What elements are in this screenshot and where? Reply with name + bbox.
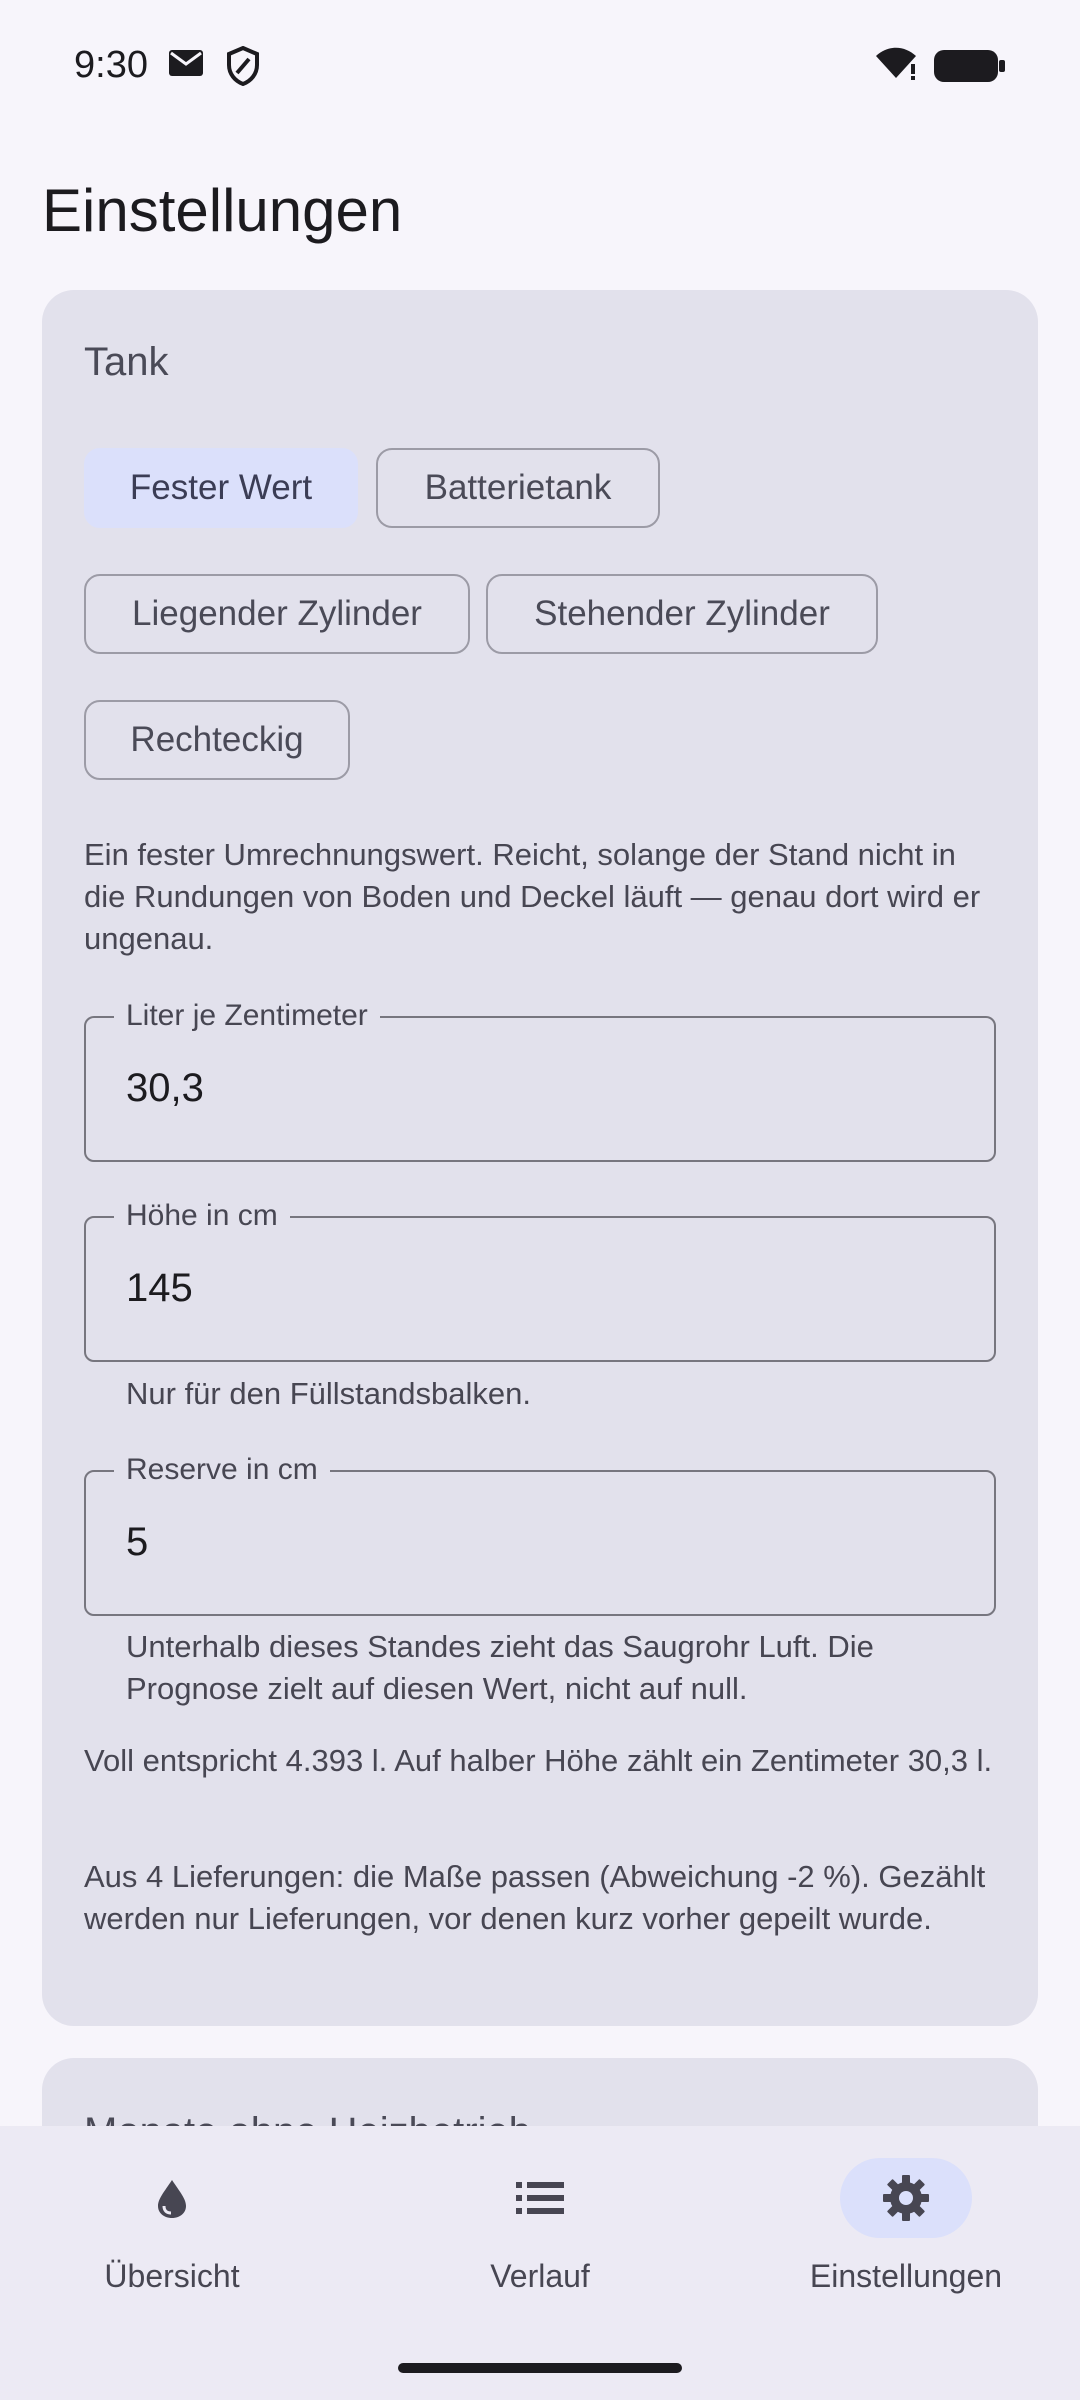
nav-indicator	[840, 2158, 972, 2238]
shield-icon	[226, 45, 260, 91]
chip-label: Liegender Zylinder	[132, 594, 422, 633]
chip-label: Stehender Zylinder	[534, 594, 830, 633]
mail-icon	[168, 48, 204, 83]
nav-item-uebersicht[interactable]: Übersicht	[22, 2158, 322, 2318]
chip-batterietank[interactable]: Batterietank	[376, 448, 660, 528]
reserve-helper-text: Unterhalb dieses Standes zieht das Saugr…	[126, 1629, 874, 1706]
status-bar: 9:30	[0, 0, 1080, 130]
nav-item-einstellungen[interactable]: Einstellungen	[756, 2158, 1056, 2318]
deliveries-info: Aus 4 Lieferungen: die Maße passen (Abwe…	[84, 1859, 986, 1936]
liters-per-cm-field[interactable]: Liter je Zentimeter	[84, 996, 996, 1162]
nav-label: Einstellungen	[809, 2258, 1003, 2294]
tank-type-description: Ein fester Umrechnungswert. Reicht, sola…	[84, 837, 981, 956]
page-title: Einstellungen	[42, 177, 403, 244]
tank-settings-card: Tank Fester Wert Batterietank Liegender …	[42, 290, 1038, 2026]
battery-icon	[934, 50, 1006, 87]
chip-rechteckig[interactable]: Rechteckig	[84, 700, 350, 780]
reserve-field[interactable]: Reserve in cm	[84, 1450, 996, 1616]
chip-stehender-zylinder[interactable]: Stehender Zylinder	[486, 574, 878, 654]
nav-indicator	[474, 2158, 606, 2238]
home-indicator[interactable]	[398, 2363, 682, 2373]
field-label: Höhe in cm	[114, 1196, 290, 1236]
chip-label: Fester Wert	[129, 468, 313, 507]
chip-label: Rechteckig	[130, 720, 304, 759]
field-label: Liter je Zentimeter	[114, 996, 380, 1036]
card-title: Tank	[84, 340, 169, 384]
drop-icon	[158, 2180, 186, 2218]
liters-per-cm-input[interactable]	[126, 1060, 946, 1116]
list-icon	[516, 2182, 564, 2214]
chip-fester-wert[interactable]: Fester Wert	[84, 448, 358, 528]
wifi-icon	[874, 46, 918, 85]
field-label: Reserve in cm	[114, 1450, 330, 1490]
gear-icon	[883, 2175, 929, 2221]
height-field[interactable]: Höhe in cm	[84, 1196, 996, 1362]
full-volume-info: Voll entspricht 4.393 l. Auf halber Höhe…	[84, 1743, 993, 1778]
reserve-input[interactable]	[126, 1514, 946, 1570]
chip-liegender-zylinder[interactable]: Liegender Zylinder	[84, 574, 470, 654]
height-input[interactable]	[126, 1260, 946, 1316]
chip-label: Batterietank	[424, 468, 612, 507]
nav-label: Übersicht	[104, 2258, 240, 2294]
bottom-navigation: Übersicht Verlauf Einstellungen	[0, 2126, 1080, 2400]
status-time: 9:30	[74, 44, 148, 86]
nav-item-verlauf[interactable]: Verlauf	[390, 2158, 690, 2318]
nav-indicator	[106, 2158, 238, 2238]
nav-label: Verlauf	[490, 2258, 590, 2294]
height-helper-text: Nur für den Füllstandsbalken.	[126, 1376, 531, 1411]
